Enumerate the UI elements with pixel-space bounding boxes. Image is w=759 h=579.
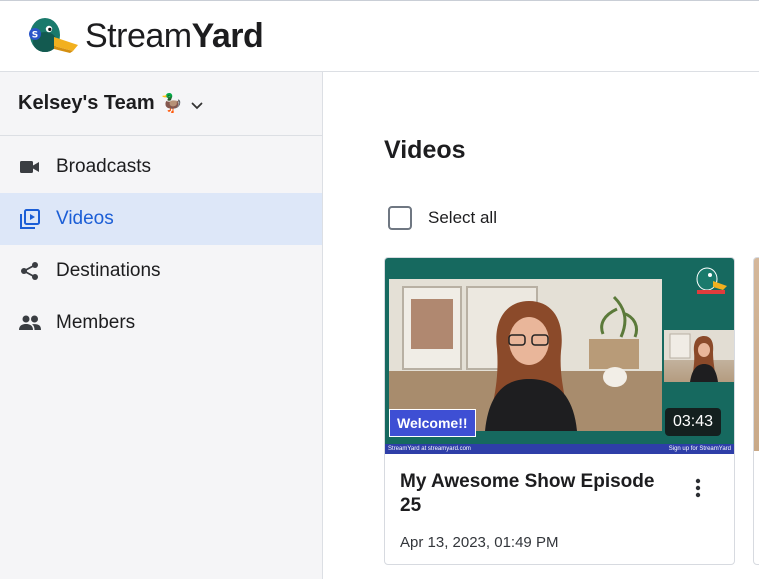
footer-left-text: StreamYard at streamyard.com — [388, 446, 471, 452]
sidebar-item-videos[interactable]: Videos — [0, 193, 322, 245]
video-card-partial[interactable] — [753, 257, 759, 565]
duck-watermark-icon — [696, 267, 727, 294]
select-all-control[interactable]: Select all — [388, 206, 497, 230]
video-library-icon — [19, 208, 41, 230]
thumbnail-side-feed — [664, 330, 734, 382]
sidebar-item-broadcasts[interactable]: Broadcasts — [0, 141, 322, 193]
sidebar-item-label: Broadcasts — [56, 156, 152, 177]
sidebar-item-label: Destinations — [56, 260, 161, 281]
share-icon — [19, 260, 41, 282]
sidebar-item-label: Videos — [56, 208, 114, 229]
select-all-label: Select all — [428, 208, 497, 227]
sidebar-item-destinations[interactable]: Destinations — [0, 245, 322, 297]
duck-logo-icon: S — [29, 18, 78, 53]
more-vertical-icon — [695, 478, 701, 498]
sidebar-item-members[interactable]: Members — [0, 297, 322, 349]
welcome-banner: Welcome!! — [389, 409, 476, 437]
team-switcher[interactable]: Kelsey's Team 🦆 — [0, 72, 322, 136]
chevron-down-icon — [191, 102, 203, 109]
logo-text-light: Stream — [85, 17, 192, 55]
video-card[interactable]: Welcome!! 03:43 StreamYard at streamyard… — [384, 257, 735, 565]
sidebar-item-label: Members — [56, 312, 136, 333]
page-title: Videos — [384, 136, 466, 164]
streamyard-logo[interactable]: S StreamYard — [26, 13, 264, 59]
sidebar-nav: Broadcasts Videos Destinations Members — [0, 136, 322, 349]
duration-badge: 03:43 — [665, 408, 722, 436]
sidebar: Kelsey's Team 🦆 Broadcasts Videos Destin… — [0, 72, 323, 579]
video-date: Apr 13, 2023, 01:49 PM — [400, 534, 559, 551]
main-content: Videos Select all Welcome!! 03:43 Stream… — [323, 72, 759, 579]
svg-text:S: S — [32, 31, 38, 41]
select-all-checkbox[interactable] — [388, 206, 412, 230]
video-title[interactable]: My Awesome Show Episode 25 — [400, 470, 680, 518]
team-name: Kelsey's Team — [18, 92, 155, 114]
thumbnail-side-scene — [664, 330, 734, 382]
top-header: S StreamYard — [0, 1, 759, 72]
duck-emoji: 🦆 — [160, 93, 184, 113]
footer-right-text: Sign up for StreamYard — [668, 446, 731, 452]
thumbnail-footer-bar: StreamYard at streamyard.com Sign up for… — [385, 444, 734, 454]
video-camera-icon — [19, 156, 41, 178]
video-thumbnail[interactable]: Welcome!! 03:43 StreamYard at streamyard… — [385, 258, 734, 454]
more-options-button[interactable] — [688, 476, 708, 500]
logo-wordmark: StreamYard — [85, 13, 264, 59]
logo-text-bold: Yard — [191, 17, 264, 55]
people-icon — [19, 312, 41, 334]
